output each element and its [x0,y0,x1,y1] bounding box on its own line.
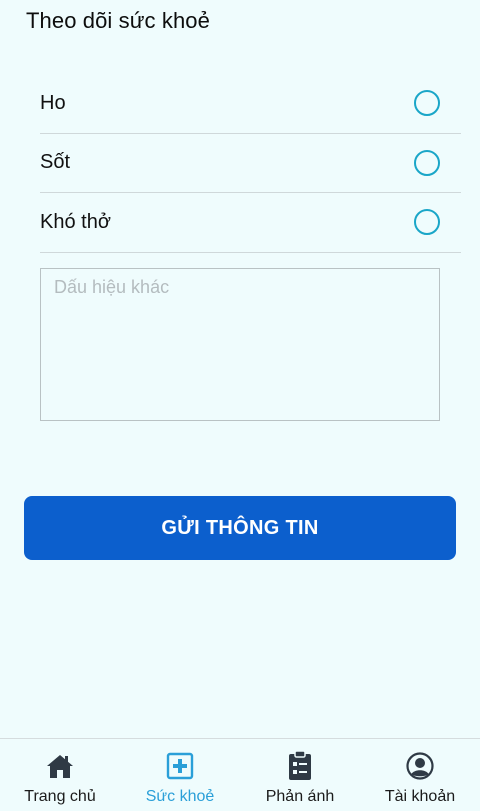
other-signs-input[interactable] [40,268,440,421]
symptom-label: Sốt [40,151,71,174]
page-title: Theo dõi sức khoẻ [26,8,210,33]
ho-radio[interactable] [414,90,440,117]
tab-label: Phản ánh [265,788,335,805]
symptom-list: Ho Sốt Khó thở [40,74,461,253]
symptom-row-ho[interactable]: Ho [40,74,461,134]
bottom-tab-bar: Trang chủ Sức khoẻ Phản ánh Tài khoản [0,738,480,811]
sot-radio[interactable] [414,149,440,176]
clipboard-icon [285,751,315,781]
tab-label: Sức khoẻ [145,788,215,805]
symptom-row-sot[interactable]: Sốt [40,134,461,193]
kho-tho-radio[interactable] [414,209,440,236]
user-circle-icon [405,751,435,781]
tab-feedback[interactable]: Phản ánh [240,739,360,811]
tab-health[interactable]: Sức khoẻ [120,739,240,811]
symptom-row-kho-tho[interactable]: Khó thở [40,193,461,253]
tab-account[interactable]: Tài khoản [360,739,480,811]
symptom-label: Ho [40,91,66,114]
home-icon [45,751,75,781]
medical-cross-icon [165,751,195,781]
tab-label: Tài khoản [384,788,456,805]
symptom-label: Khó thở [40,210,111,233]
tab-home[interactable]: Trang chủ [0,739,120,811]
submit-button[interactable]: GỬI THÔNG TIN [24,496,456,560]
tab-label: Trang chủ [24,788,96,805]
